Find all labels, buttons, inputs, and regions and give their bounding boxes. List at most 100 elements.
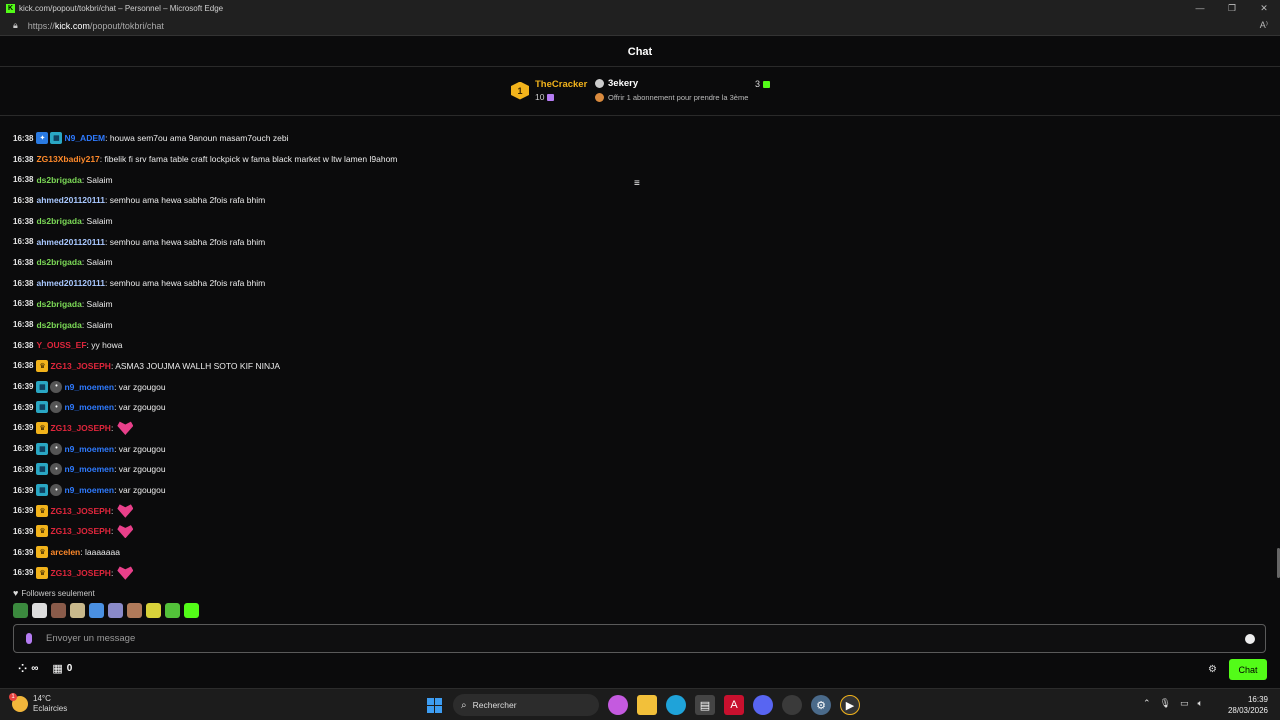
avatar[interactable]: • [50, 463, 63, 476]
chat-message: 16:38 ZG13Xbadiy217: fibelik fi srv fama … [13, 149, 1263, 170]
settings-app-icon[interactable]: ⚙ [811, 695, 831, 715]
quick-emote-icon[interactable] [127, 603, 142, 618]
quick-emote-icon[interactable] [51, 603, 66, 618]
message-username[interactable]: ZG13_JOSEPH [50, 526, 110, 536]
quick-emote-icon[interactable] [165, 603, 180, 618]
read-aloud-icon[interactable]: A⁾ [1260, 20, 1268, 31]
message-username[interactable]: ZG13Xbadiy217 [36, 154, 99, 164]
message-username[interactable]: N9_ADEM [64, 133, 105, 143]
microphone-tray-icon[interactable]: 🎙︎ [1160, 698, 1171, 709]
settings-dots-icon[interactable]: ⁘ [18, 662, 27, 675]
edge-icon[interactable] [666, 695, 686, 715]
crown-badge-icon[interactable]: ♛ [36, 504, 49, 517]
top-gifter[interactable]: 1 TheCracker 10 [511, 79, 587, 102]
volume-icon[interactable]: 🔈︎ [1198, 698, 1203, 709]
subscriber-badge-icon[interactable]: ▦ [36, 463, 49, 476]
send-chat-button[interactable]: Chat [1229, 659, 1267, 680]
message-text: : Salaim [81, 216, 113, 227]
crown-badge-icon[interactable]: ♛ [36, 421, 49, 434]
message-input-box[interactable] [13, 624, 1266, 653]
sub-goal[interactable]: 3ekery 3 Offrir 1 abonnement pour prendr… [595, 78, 770, 102]
weather-widget[interactable]: 1 14°C Eclaircies [9, 693, 67, 714]
message-username[interactable]: n9_moemen [64, 444, 114, 454]
message-username[interactable]: ds2brigada [36, 320, 81, 330]
store-icon[interactable]: ▤ [695, 695, 715, 715]
message-username[interactable]: ahmed201120111 [36, 237, 105, 247]
address-bar[interactable]: 🔒︎ https://kick.com/popout/tokbri/chat A… [0, 16, 1280, 36]
minimize-button[interactable]: — [1184, 0, 1216, 16]
app-a-icon[interactable]: A [724, 695, 744, 715]
message-time: 16:38 [13, 340, 34, 350]
crown-badge-icon[interactable]: ♛ [36, 566, 49, 579]
chat-message: 16:39 ▦ • n9_moemen: var zgougou [13, 459, 1263, 480]
close-button[interactable]: ✕ [1248, 0, 1280, 16]
message-time: 16:39 [13, 444, 34, 454]
message-username[interactable]: n9_moemen [64, 382, 114, 392]
chat-message: 16:39 ♛ arcelen: laaaaaaa [13, 542, 1263, 563]
chevron-up-icon[interactable]: ⌃ [1143, 698, 1151, 709]
restore-button[interactable]: ❐ [1216, 0, 1248, 16]
message-username[interactable]: ahmed201120111 [36, 278, 105, 288]
avatar[interactable]: • [50, 484, 63, 497]
heart-emote-icon [117, 566, 134, 580]
quick-emote-icon[interactable] [146, 603, 161, 618]
browser-app-icon[interactable] [782, 695, 802, 715]
taskbar-search[interactable]: ⌕ Rechercher [453, 694, 599, 716]
message-username[interactable]: n9_moemen [64, 485, 114, 495]
subscriber-badge-icon[interactable]: ▦ [36, 380, 49, 393]
message-username[interactable]: ZG13_JOSEPH [50, 568, 110, 578]
crown-badge-icon[interactable]: ♛ [36, 525, 49, 538]
message-username[interactable]: arcelen [50, 547, 80, 557]
message-text: : fibelik fi srv fama table craft lockpi… [99, 154, 398, 165]
message-username[interactable]: n9_moemen [64, 402, 114, 412]
crown-badge-icon[interactable]: ♛ [36, 546, 49, 559]
discord-icon[interactable] [753, 695, 773, 715]
crown-badge-icon[interactable]: ♛ [36, 359, 49, 372]
infinity-icon[interactable]: ∞ [31, 663, 38, 674]
subscriber-badge-icon[interactable]: ▦ [36, 442, 49, 455]
copilot-icon[interactable] [608, 695, 628, 715]
message-username[interactable]: ds2brigada [36, 216, 81, 226]
pinned-gifts-bar: 1 TheCracker 10 3ekery 3 Offrir 1 abonne… [0, 68, 1280, 189]
media-player-icon[interactable]: ▶ [840, 695, 860, 715]
emoji-picker-icon[interactable] [1245, 633, 1255, 644]
message-username[interactable]: ds2brigada [36, 299, 81, 309]
message-username[interactable]: ZG13_JOSEPH [50, 423, 110, 433]
heart-emote-icon [117, 421, 134, 435]
avatar[interactable]: • [50, 380, 63, 393]
avatar[interactable]: • [50, 401, 63, 414]
taskbar-clock[interactable]: 16:39 28/03/2026 [1228, 694, 1268, 716]
subscriber-badge-icon[interactable]: ▦ [50, 132, 63, 145]
quick-emote-icon[interactable] [89, 603, 104, 618]
message-username[interactable]: ds2brigada [36, 257, 81, 267]
lock-icon[interactable]: 🔒︎ [13, 20, 18, 31]
windows-start-icon[interactable] [424, 695, 444, 715]
subscriber-badge-icon[interactable]: ▦ [36, 401, 49, 414]
quick-emote-icon[interactable] [70, 603, 85, 618]
network-icon[interactable]: ▭ [1180, 698, 1189, 709]
message-username[interactable]: ds2brigada [36, 175, 81, 185]
gift-store-icon[interactable]: ▦ [52, 662, 62, 675]
avatar[interactable]: • [50, 442, 63, 455]
message-username[interactable]: ahmed201120111 [36, 195, 105, 205]
message-input[interactable] [46, 633, 1196, 644]
message-username[interactable]: ZG13_JOSEPH [50, 361, 110, 371]
quick-emote-icon[interactable] [13, 603, 28, 618]
message-text: : houwa sem7ou ama 9anoun masam7ouch zeb… [105, 133, 289, 144]
message-username[interactable]: n9_moemen [64, 464, 114, 474]
quick-emote-icon[interactable] [184, 603, 199, 618]
message-username[interactable]: Y_OUSS_EF [36, 340, 86, 350]
message-username[interactable]: ZG13_JOSEPH [50, 506, 110, 516]
goal-text: Offrir 1 abonnement pour prendre la 3ème [608, 93, 749, 102]
quick-emote-icon[interactable] [108, 603, 123, 618]
message-text: : semhou ama hewa sabha 2fois rafa bhim [105, 236, 266, 247]
url-text[interactable]: https://kick.com/popout/tokbri/chat [28, 21, 164, 31]
star-badge-icon[interactable]: ✦ [36, 132, 49, 145]
file-explorer-icon[interactable] [637, 695, 657, 715]
gear-icon[interactable]: ⚙ [1208, 664, 1217, 675]
subscriber-badge-icon[interactable]: ▦ [36, 484, 49, 497]
chat-message: 16:39 ▦ • n9_moemen: var zgougou [13, 397, 1263, 418]
browser-titlebar: K kick.com/popout/tokbri/chat – Personne… [0, 0, 1280, 16]
microphone-icon[interactable] [26, 633, 32, 644]
quick-emote-icon[interactable] [32, 603, 47, 618]
